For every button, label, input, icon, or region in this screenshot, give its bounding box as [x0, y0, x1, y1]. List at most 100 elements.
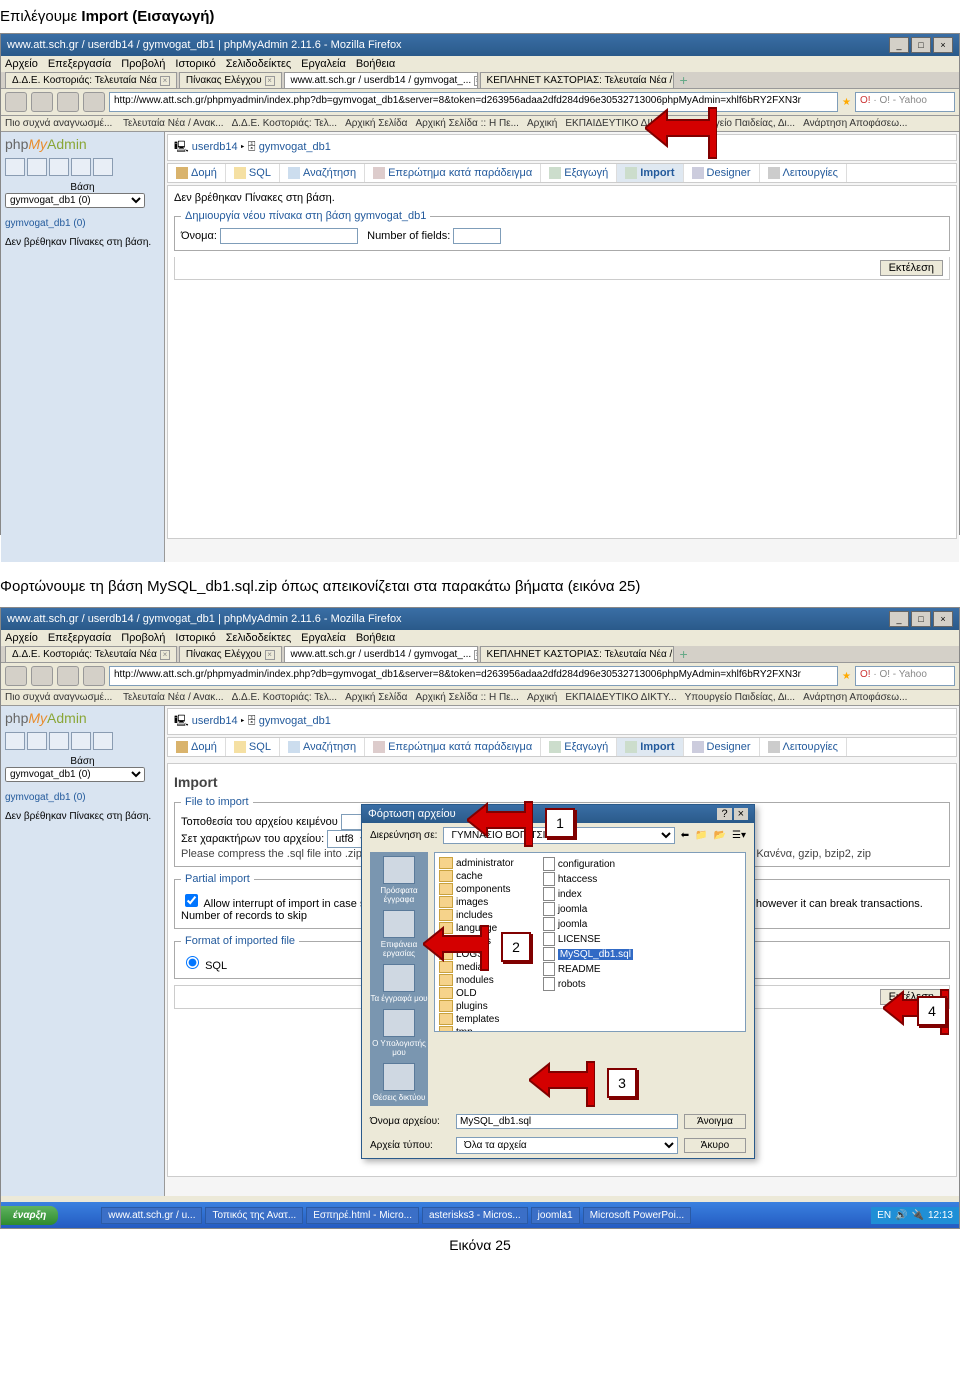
home-button[interactable] [83, 666, 105, 686]
tab-export[interactable]: Εξαγωγή [541, 164, 617, 182]
bookmarks-bar[interactable]: Πιο συχνά αναγνωσμέ... Τελευταία Νέα / Α… [1, 116, 959, 132]
task-item[interactable]: Εσπηρέ.html - Micro... [306, 1207, 419, 1224]
tab-operations[interactable]: Λειτουργίες [760, 738, 847, 756]
num-fields-input[interactable] [453, 228, 501, 244]
window-max-button[interactable]: □ [911, 611, 931, 627]
task-item[interactable]: asterisks3 - Micros... [422, 1207, 528, 1224]
new-tab-button[interactable]: + [680, 646, 688, 662]
back-button[interactable] [5, 666, 27, 686]
tab-operations[interactable]: Λειτουργίες [760, 164, 847, 182]
file-item[interactable]: LICENSE [543, 932, 633, 946]
address-bar[interactable]: http://www.att.sch.gr/phpmyadmin/index.p… [109, 666, 838, 686]
new-tab-button[interactable]: + [680, 72, 688, 88]
file-item[interactable]: images [439, 896, 529, 908]
file-item[interactable]: OLD [439, 987, 529, 999]
window-close-button[interactable]: × [933, 37, 953, 53]
browser-tab[interactable]: Δ.Δ.Ε. Κοστοριάς: Τελευταία Νέα× [5, 646, 177, 662]
browser-tab[interactable]: Πίνακας Ελέγχου× [179, 646, 282, 662]
menu-bar[interactable]: ΑρχείοΕπεξεργασίαΠροβολήΙστορικόΣελιδοδε… [1, 56, 959, 72]
search-box[interactable]: O! · O! - Yahoo [855, 666, 955, 686]
back-icon[interactable]: ⬅ [681, 830, 689, 841]
file-item[interactable]: components [439, 883, 529, 895]
docs-icon[interactable] [71, 158, 91, 176]
browser-tab[interactable]: ΚΕΠΛΗΝΕΤ ΚΑΣΤΟΡΙΑΣ: Τελευταία Νέα /× [480, 72, 674, 88]
file-item[interactable]: templates [439, 1013, 529, 1025]
tab-search[interactable]: Αναζήτηση [280, 164, 365, 182]
execute-button[interactable]: Εκτέλεση [880, 260, 943, 276]
tab-sql[interactable]: SQL [226, 738, 280, 756]
system-tray[interactable]: EN 🔊🔌 12:13 [871, 1207, 959, 1224]
window-close-button[interactable]: × [933, 611, 953, 627]
place-desktop[interactable]: Επιφάνεια εργασίας [370, 910, 428, 958]
tab-structure[interactable]: Δομή [168, 164, 226, 182]
search-box[interactable]: O! · O! - Yahoo [855, 92, 955, 112]
help-button[interactable]: ? [717, 808, 731, 820]
reload-button[interactable] [57, 92, 79, 112]
bookmarks-bar[interactable]: Πιο συχνά αναγνωσμέ... Τελευταία Νέα / Α… [1, 690, 959, 706]
file-item[interactable]: MySQL_db1.sql [543, 947, 633, 961]
window-min-button[interactable]: _ [889, 611, 909, 627]
task-item[interactable]: Microsoft PowerPoi... [583, 1207, 691, 1224]
place-recent[interactable]: Πρόσφατα έγγραφα [370, 856, 428, 904]
table-name-input[interactable] [220, 228, 358, 244]
sql-icon[interactable] [49, 158, 69, 176]
file-item[interactable]: joomla [543, 902, 633, 916]
back-button[interactable] [5, 92, 27, 112]
tab-import[interactable]: Import [617, 738, 683, 756]
close-icon[interactable]: × [265, 76, 275, 86]
tab-designer[interactable]: Designer [684, 738, 760, 756]
filename-input[interactable] [456, 1114, 678, 1129]
file-item[interactable]: includes [439, 909, 529, 921]
window-min-button[interactable]: _ [889, 37, 909, 53]
address-bar[interactable]: http://www.att.sch.gr/phpmyadmin/index.p… [109, 92, 838, 112]
tab-export[interactable]: Εξαγωγή [541, 738, 617, 756]
file-item[interactable]: plugins [439, 1000, 529, 1012]
start-button[interactable]: έναρξη [1, 1206, 58, 1225]
reload-icon[interactable] [93, 732, 113, 750]
place-mydocs[interactable]: Τα έγγραφά μου [370, 964, 427, 1003]
place-mycomputer[interactable]: Ο Υπολογιστής μου [370, 1009, 428, 1057]
new-folder-icon[interactable]: 📂 [714, 830, 726, 841]
up-icon[interactable]: 📁 [695, 830, 707, 841]
home-icon[interactable] [5, 732, 25, 750]
file-item[interactable]: cache [439, 870, 529, 882]
tab-structure[interactable]: Δομή [168, 738, 226, 756]
place-network[interactable]: Θέσεις δικτύου [373, 1063, 426, 1102]
open-button[interactable]: Άνοιγμα [684, 1114, 746, 1129]
logout-icon[interactable] [27, 158, 47, 176]
close-icon[interactable]: × [474, 76, 477, 86]
menu-bar[interactable]: ΑρχείοΕπεξεργασίαΠροβολήΙστορικόΣελιδοδε… [1, 630, 959, 646]
close-button[interactable]: × [734, 808, 748, 820]
db-link[interactable]: gymvogat_db1 (0) [5, 218, 86, 229]
file-item[interactable]: README [543, 962, 633, 976]
docs-icon[interactable] [71, 732, 91, 750]
tab-sql[interactable]: SQL [226, 164, 280, 182]
tab-query[interactable]: Επερώτημα κατά παράδειγμα [365, 738, 541, 756]
browser-tab[interactable]: Δ.Δ.Ε. Κοστοριάς: Τελευταία Νέα× [5, 72, 177, 88]
reload-icon[interactable] [93, 158, 113, 176]
sql-icon[interactable] [49, 732, 69, 750]
task-item[interactable]: Τοπικός της Ανατ... [205, 1207, 303, 1224]
forward-button[interactable] [31, 666, 53, 686]
browser-tab[interactable]: Πίνακας Ελέγχου× [179, 72, 282, 88]
allow-interrupt-checkbox[interactable] [185, 894, 198, 907]
views-icon[interactable]: ☰▾ [732, 830, 746, 841]
logout-icon[interactable] [27, 732, 47, 750]
cancel-button[interactable]: Άκυρο [684, 1138, 746, 1153]
task-item[interactable]: www.att.sch.gr / u... [101, 1207, 202, 1224]
tab-search[interactable]: Αναζήτηση [280, 738, 365, 756]
file-item[interactable]: configuration [543, 857, 633, 871]
db-select[interactable]: gymvogat_db1 (0) [5, 193, 145, 208]
forward-button[interactable] [31, 92, 53, 112]
tab-query[interactable]: Επερώτημα κατά παράδειγμα [365, 164, 541, 182]
browser-tab[interactable]: ΚΕΠΛΗΝΕΤ ΚΑΣΤΟΡΙΑΣ: Τελευταία Νέα /× [480, 646, 674, 662]
file-item[interactable]: robots [543, 977, 633, 991]
filetype-select[interactable]: Όλα τα αρχεία [456, 1137, 678, 1154]
close-icon[interactable]: × [160, 76, 170, 86]
browser-tab[interactable]: www.att.sch.gr / userdb14 / gymvogat_...… [284, 646, 478, 662]
home-icon[interactable] [5, 158, 25, 176]
window-max-button[interactable]: □ [911, 37, 931, 53]
browser-tab[interactable]: www.att.sch.gr / userdb14 / gymvogat_...… [284, 72, 478, 88]
home-button[interactable] [83, 92, 105, 112]
file-item[interactable]: administrator [439, 857, 529, 869]
